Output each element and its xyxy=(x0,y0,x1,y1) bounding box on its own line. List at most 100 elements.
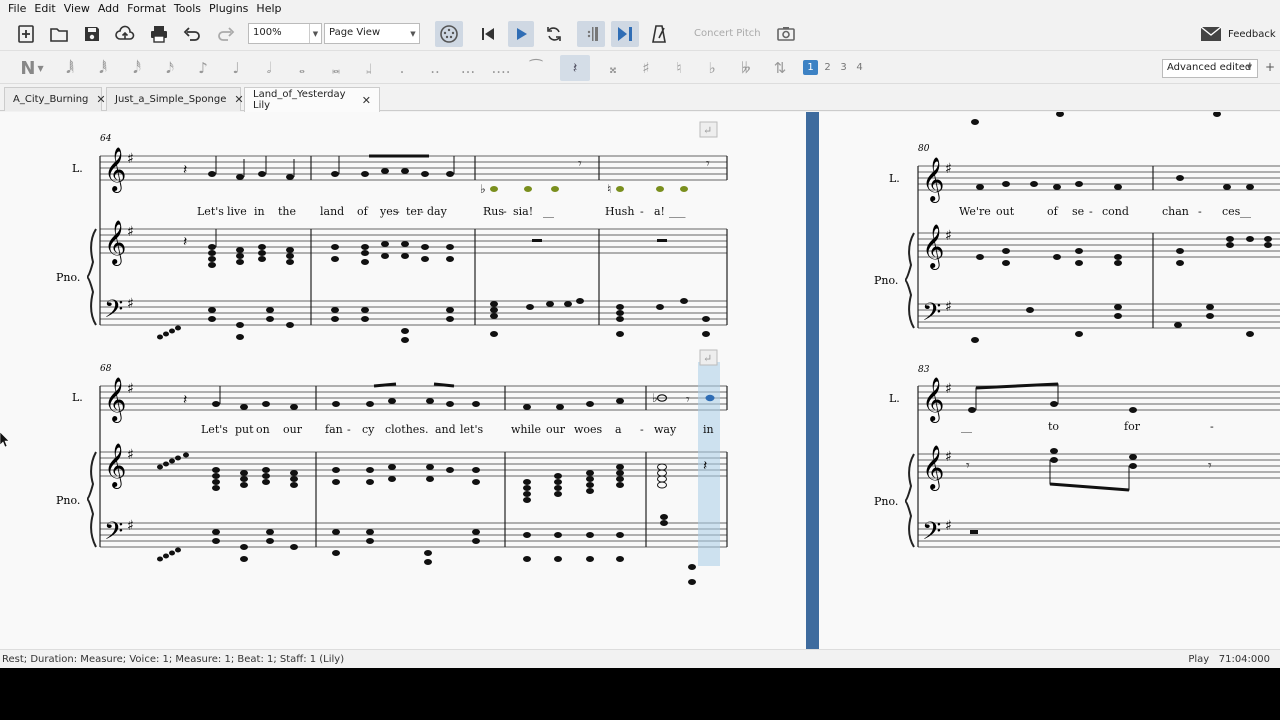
note-input-mode-button[interactable]: N ▼ xyxy=(14,55,50,81)
voice-1-button[interactable]: 1 xyxy=(803,60,818,75)
pan-score-button[interactable] xyxy=(611,21,639,47)
staff-piano-treble-lines xyxy=(100,228,727,254)
menu-format[interactable]: Format xyxy=(123,2,170,15)
system-68: 68 L. Pno. 𝄞 𝄞 𝄢 ♯ ♯ ♯ 𝄽 ♭ 𝄾 Let's put o… xyxy=(56,349,728,585)
redo-button[interactable] xyxy=(213,21,239,47)
key-signature-sharp: ♯ xyxy=(945,161,952,177)
double-dot-button[interactable]: .. xyxy=(423,55,447,81)
undo-button[interactable] xyxy=(179,21,205,47)
duration-breve-button[interactable]: 𝅜 xyxy=(324,55,348,81)
lyric-hyphen: - xyxy=(503,205,507,218)
zoom-dropdown-icon[interactable]: ▼ xyxy=(309,24,321,43)
score-page[interactable]: 64 L. Pno. 𝄞 𝄞 𝄢 ♯ ♯ ♯ 𝄽 ♭ 𝄾 ♮ 𝄾 Let's l… xyxy=(0,112,1280,649)
lyric-syllable: chan xyxy=(1162,205,1189,218)
flip-direction-button[interactable]: ⇅ xyxy=(768,55,792,81)
duration-quarter-button[interactable]: ♩ xyxy=(224,55,248,81)
staff-label-voice: L. xyxy=(889,172,900,185)
feedback-label: Feedback xyxy=(1228,28,1276,40)
return-arrow-icon: ↵ xyxy=(703,352,712,365)
chevron-down-icon: ▼ xyxy=(1246,63,1252,71)
lyric-extender: __ xyxy=(961,420,973,433)
metronome-button[interactable] xyxy=(646,21,672,47)
bass-clef: 𝄢 xyxy=(922,517,941,552)
close-icon[interactable]: ✕ xyxy=(362,94,371,107)
32nd-note-icon: 𝅘𝅥𝅰 xyxy=(133,59,141,77)
duration-128th-button[interactable]: 𝅘𝅥𝅲 xyxy=(58,55,82,81)
augmentation-dot-button[interactable]: . xyxy=(390,55,414,81)
save-button[interactable] xyxy=(79,21,105,47)
treble-clef: 𝄞 xyxy=(104,377,126,423)
menu-add[interactable]: Add xyxy=(94,2,123,15)
lyrics-row: Let's put on our fan - cy clothes. and l… xyxy=(201,423,714,436)
chevron-down-icon: ▼ xyxy=(37,63,44,73)
workspace-select[interactable]: Advanced edited ▼ xyxy=(1162,59,1258,78)
key-signature-sharp: ♯ xyxy=(945,449,952,465)
input-mode-label: Play xyxy=(1188,654,1210,665)
concert-pitch-button[interactable]: Concert Pitch xyxy=(694,28,761,39)
zoom-value: 100% xyxy=(253,27,282,38)
add-workspace-button[interactable]: + xyxy=(1265,60,1275,74)
view-mode-select[interactable]: Page View ▼ xyxy=(324,23,420,44)
menu-edit[interactable]: Edit xyxy=(30,2,59,15)
key-signature-sharp: ♯ xyxy=(127,296,134,312)
menu-help[interactable]: Help xyxy=(252,2,285,15)
lyric-syllable: cy xyxy=(362,423,375,436)
toggle-double-sharp-button[interactable]: 𝄪 xyxy=(601,55,625,81)
play-repeats-button[interactable] xyxy=(577,21,605,47)
lyric-extender: ___ xyxy=(669,205,686,218)
tab-land-of-yesterday-lily[interactable]: Land_of_Yesterday Lily ✕ xyxy=(244,87,380,112)
bass-clef: 𝄢 xyxy=(104,517,123,552)
toggle-double-flat-button[interactable]: 𝄫 xyxy=(734,55,758,81)
duration-whole-button[interactable]: 𝅝 xyxy=(290,55,314,81)
new-score-button[interactable] xyxy=(13,21,39,47)
score-canvas[interactable]: 64 L. Pno. 𝄞 𝄞 𝄢 ♯ ♯ ♯ 𝄽 ♭ 𝄾 ♮ 𝄾 Let's l… xyxy=(0,112,1280,649)
selection-highlight[interactable] xyxy=(698,362,720,566)
menu-file[interactable]: File xyxy=(4,2,30,15)
quadruple-dot-button[interactable]: .... xyxy=(489,55,513,81)
loop-button[interactable] xyxy=(541,21,567,47)
close-icon[interactable]: ✕ xyxy=(234,93,243,106)
tab-a-city-burning[interactable]: A_City_Burning ✕ xyxy=(4,87,106,111)
tie-button[interactable]: ⁀ xyxy=(524,55,548,81)
feedback-button[interactable]: Feedback xyxy=(1200,26,1276,42)
staff-voice-lines xyxy=(100,155,727,181)
duration-half-button[interactable]: 𝅗𝅥 xyxy=(257,55,281,81)
piano-chords: 𝄽 xyxy=(157,229,710,343)
rest-button[interactable]: 𝄽 xyxy=(560,55,590,81)
double-flat-icon: 𝄫 xyxy=(741,59,751,77)
image-capture-button[interactable] xyxy=(773,21,799,47)
lyric-syllable: of xyxy=(357,205,369,218)
treble-clef: 𝄞 xyxy=(922,224,944,270)
toggle-flat-button[interactable]: ♭ xyxy=(700,55,724,81)
duration-32nd-button[interactable]: 𝅘𝅥𝅰 xyxy=(125,55,149,81)
voice-3-button[interactable]: 3 xyxy=(836,60,851,75)
midi-input-button[interactable] xyxy=(435,21,463,47)
open-button[interactable] xyxy=(46,21,72,47)
svg-text:𝄾: 𝄾 xyxy=(578,156,582,172)
voice-4-button[interactable]: 4 xyxy=(852,60,867,75)
toggle-sharp-button[interactable]: ♯ xyxy=(634,55,658,81)
tab-just-a-simple-sponge[interactable]: Just_a_Simple_Sponge ✕ xyxy=(106,87,244,111)
score-tabs: A_City_Burning ✕ Just_a_Simple_Sponge ✕ … xyxy=(0,85,1280,112)
menu-plugins[interactable]: Plugins xyxy=(205,2,252,15)
duration-64th-button[interactable]: 𝅘𝅥𝅱 xyxy=(91,55,115,81)
toggle-natural-button[interactable]: ♮ xyxy=(667,55,691,81)
triple-dot-button[interactable]: ... xyxy=(456,55,480,81)
duration-eighth-button[interactable]: ♪ xyxy=(191,55,215,81)
rewind-button[interactable] xyxy=(475,21,501,47)
close-icon[interactable]: ✕ xyxy=(96,93,105,106)
voice-2-button[interactable]: 2 xyxy=(820,60,835,75)
save-online-button[interactable] xyxy=(112,21,138,47)
dot-icon: . xyxy=(399,59,405,77)
measure-number: 80 xyxy=(918,144,930,154)
duration-16th-button[interactable]: 𝅘𝅥𝅯 xyxy=(158,55,182,81)
menu-tools[interactable]: Tools xyxy=(170,2,205,15)
piano-chords: 𝄽 xyxy=(157,452,707,585)
key-signature-sharp: ♯ xyxy=(127,381,134,397)
menu-view[interactable]: View xyxy=(60,2,94,15)
print-button[interactable] xyxy=(146,21,172,47)
lyric-hyphen: - xyxy=(420,205,424,218)
play-button[interactable] xyxy=(508,21,534,47)
zoom-combo[interactable]: 100% ▼ xyxy=(248,23,322,44)
duration-longa-button[interactable]: 𝆷 xyxy=(357,55,381,81)
